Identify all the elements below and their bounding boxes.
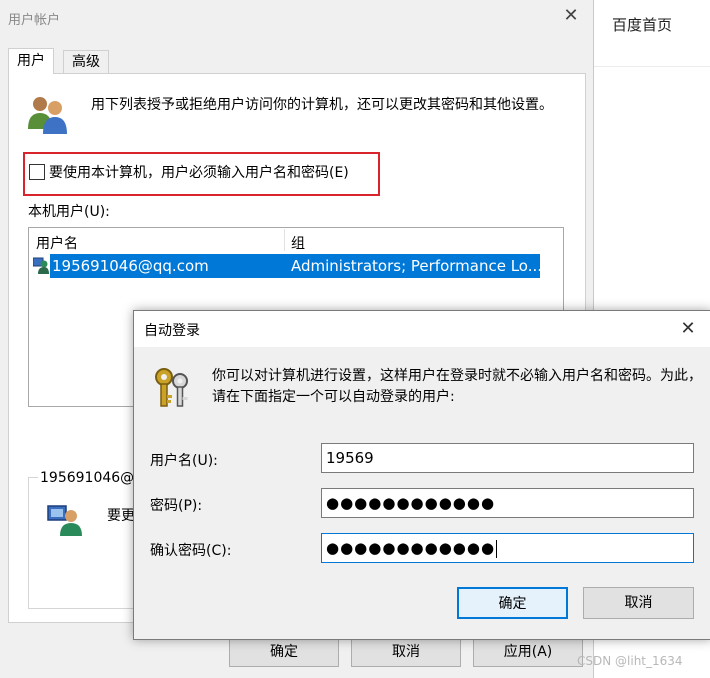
password-field[interactable]: ●●●●●●●●●●●● [321,488,694,518]
user-row-icon [33,257,49,274]
row-group: Administrators; Performance Lo... [291,257,543,275]
cancel-button[interactable]: 取消 [583,587,694,619]
user-detail-groupbox [28,477,139,609]
confirm-password-label: 确认密码(C): [150,543,232,559]
ok-button[interactable]: 确定 [229,637,339,667]
tab-users[interactable]: 用户 [8,48,54,74]
local-users-label: 本机用户(U): [28,204,110,220]
column-header-username[interactable]: 用户名 [36,233,78,253]
username-label: 用户名(U): [150,453,218,469]
confirm-password-field[interactable]: ●●●●●●●●●●●● [321,533,694,563]
detail-text: 要更 [107,508,135,524]
apply-button[interactable]: 应用(A) [473,637,583,667]
baidu-home-link[interactable]: 百度首页 [612,14,672,35]
keys-icon [155,368,188,407]
text-caret [496,539,498,558]
intro-text: 用下列表授予或拒绝用户访问你的计算机，还可以更改其密码和其他设置。 [91,97,553,113]
row-username: 195691046@qq.com [52,257,209,275]
dialog-title: 用户帐户 [8,13,61,28]
user-detail-icon [47,505,82,536]
username-field[interactable]: 19569 [321,443,694,473]
auto-logon-title: 自动登录 [144,323,200,339]
users-icon [28,97,67,134]
watermark: CSDN @liht_1634 [577,654,683,668]
auto-logon-titlebar [134,311,710,347]
ok-button[interactable]: 确定 [457,587,568,619]
tab-advanced[interactable]: 高级 [63,50,109,74]
confirm-password-value: ●●●●●●●●●●●● [326,539,496,557]
detail-username: 195691046@ [38,470,137,486]
require-password-label[interactable]: 要使用本计算机，用户必须输入用户名和密码(E) [49,162,349,182]
auto-logon-description: 你可以对计算机进行设置，这样用户在登录时就不必输入用户名和密码。为此，请在下面指… [212,368,702,405]
password-label: 密码(P): [150,498,203,514]
close-icon[interactable]: ✕ [676,318,700,340]
require-password-checkbox[interactable] [29,164,45,180]
cancel-button[interactable]: 取消 [351,637,461,667]
close-icon[interactable]: ✕ [561,6,581,26]
column-divider[interactable] [284,229,285,251]
column-header-group[interactable]: 组 [291,233,305,253]
